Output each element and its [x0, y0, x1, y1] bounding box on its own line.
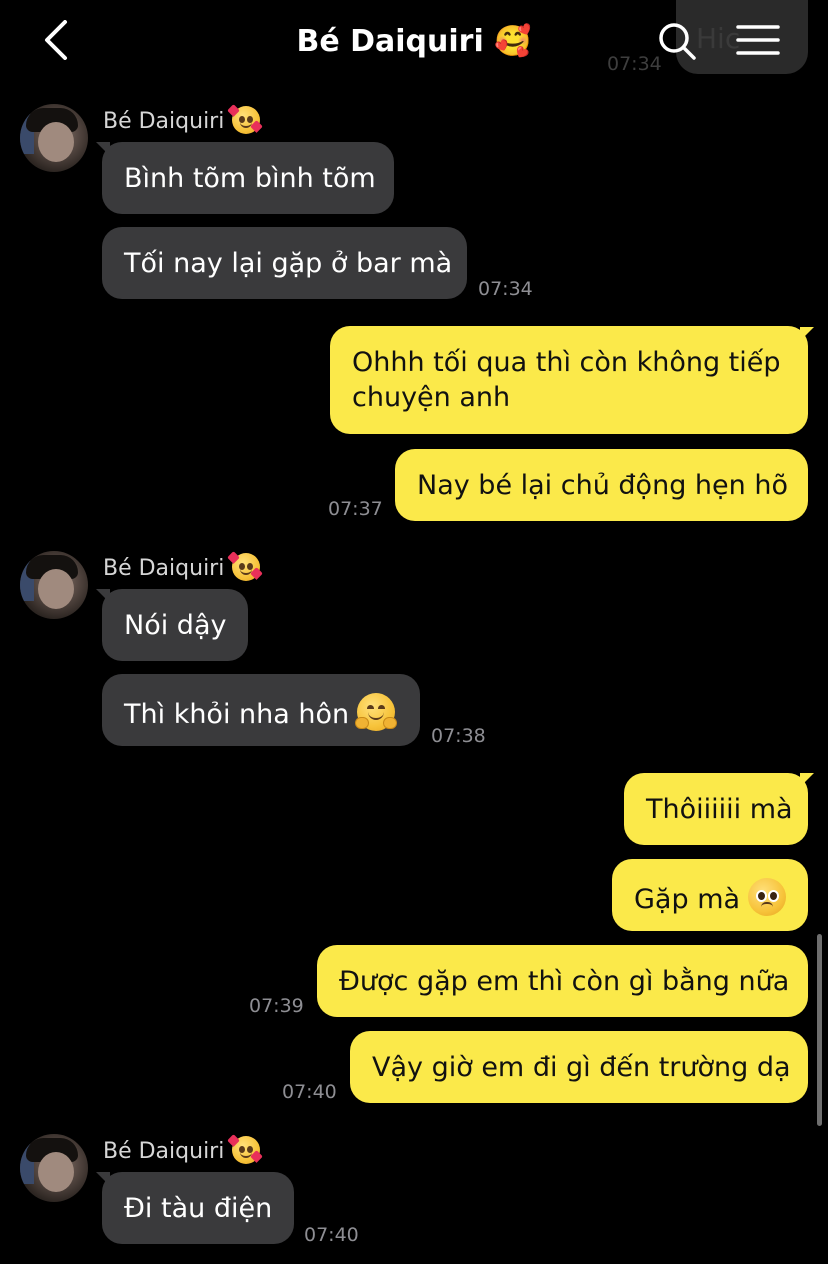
smiling-face-with-hearts-emoji: [227, 551, 264, 581]
message-timestamp: 07:34: [478, 278, 533, 300]
message-bubble-incoming[interactable]: Đi tàu điện: [102, 1172, 294, 1244]
message-bubble-incoming[interactable]: Nói dậy: [102, 589, 248, 661]
sender-name-text: Bé Daiquiri: [103, 1139, 225, 1164]
hugging-face-emoji: [355, 693, 398, 731]
search-button[interactable]: [656, 20, 700, 64]
message-text: Gặp mà: [634, 884, 741, 915]
chat-header: Hic 07:34 Bé Daiquiri 🥰: [0, 0, 828, 84]
message-text: Nay bé lại chủ động hẹn hõ: [417, 470, 788, 501]
avatar[interactable]: [20, 104, 88, 172]
sender-name: Bé Daiquiri: [103, 551, 264, 584]
avatar-face: [38, 1152, 74, 1192]
message-text: Vậy giờ em đi gì đến trường dạ: [372, 1052, 791, 1083]
pleading-face-emoji: [748, 878, 787, 916]
message-text: Tối nay lại gặp ở bar mà: [124, 248, 453, 279]
message-text: Nói dậy: [124, 610, 227, 641]
avatar-face: [38, 569, 74, 609]
message-text-with-emoji: Thì khỏi nha hôn: [124, 693, 398, 732]
scrollbar[interactable]: [817, 934, 822, 1126]
chat-title: Bé Daiquiri 🥰: [296, 24, 532, 59]
smiling-face-with-hearts-emoji: [227, 1134, 264, 1164]
message-bubble-outgoing[interactable]: Ohhh tối qua thì còn không tiếp chuyện a…: [330, 326, 808, 434]
message-text-line: chuyện anh: [352, 382, 511, 413]
message-timestamp: 07:40: [282, 1081, 337, 1103]
search-icon: [659, 23, 696, 60]
message-text: Bình tõm bình tõm: [124, 163, 376, 194]
message-text: Thì khỏi nha hôn: [124, 699, 350, 730]
message-text: Đi tàu điện: [124, 1193, 273, 1224]
sender-name: Bé Daiquiri: [103, 104, 264, 137]
message-bubble-incoming[interactable]: Bình tõm bình tõm: [102, 142, 394, 214]
message-bubble-outgoing[interactable]: Vậy giờ em đi gì đến trường dạ: [350, 1031, 808, 1103]
message-bubble-outgoing[interactable]: Nay bé lại chủ động hẹn hõ: [395, 449, 808, 521]
sender-name-text: Bé Daiquiri: [103, 109, 225, 134]
back-chevron-icon: [45, 20, 67, 60]
ghost-text: Hic: [696, 22, 741, 55]
message-timestamp: 07:40: [304, 1224, 359, 1246]
message-text-line: Ohhh tối qua thì còn không tiếp: [352, 347, 781, 378]
menu-icon: [736, 25, 780, 55]
back-button[interactable]: [36, 18, 76, 62]
sender-name: Bé Daiquiri: [103, 1134, 264, 1167]
message-text: Thôiiiiii mà: [646, 794, 793, 825]
avatar[interactable]: [20, 551, 88, 619]
message-bubble-incoming[interactable]: Tối nay lại gặp ở bar mà: [102, 227, 467, 299]
message-bubble-outgoing[interactable]: Thôiiiiii mà: [624, 773, 808, 845]
message-text: Được gặp em thì còn gì bằng nữa: [339, 966, 790, 997]
message-bubble-incoming[interactable]: Thì khỏi nha hôn: [102, 674, 420, 746]
message-text-with-emoji: Gặp mà: [634, 878, 787, 917]
message-bubble-outgoing[interactable]: Gặp mà: [612, 859, 808, 931]
smiling-face-with-hearts-emoji: [227, 104, 264, 134]
message-timestamp: 07:37: [328, 498, 383, 520]
menu-button[interactable]: [736, 22, 780, 62]
avatar[interactable]: [20, 1134, 88, 1202]
avatar-face: [38, 122, 74, 162]
sender-name-text: Bé Daiquiri: [103, 556, 225, 581]
message-timestamp: 07:38: [431, 725, 486, 747]
message-timestamp: 07:39: [249, 995, 304, 1017]
message-bubble-outgoing[interactable]: Được gặp em thì còn gì bằng nữa: [317, 945, 808, 1017]
